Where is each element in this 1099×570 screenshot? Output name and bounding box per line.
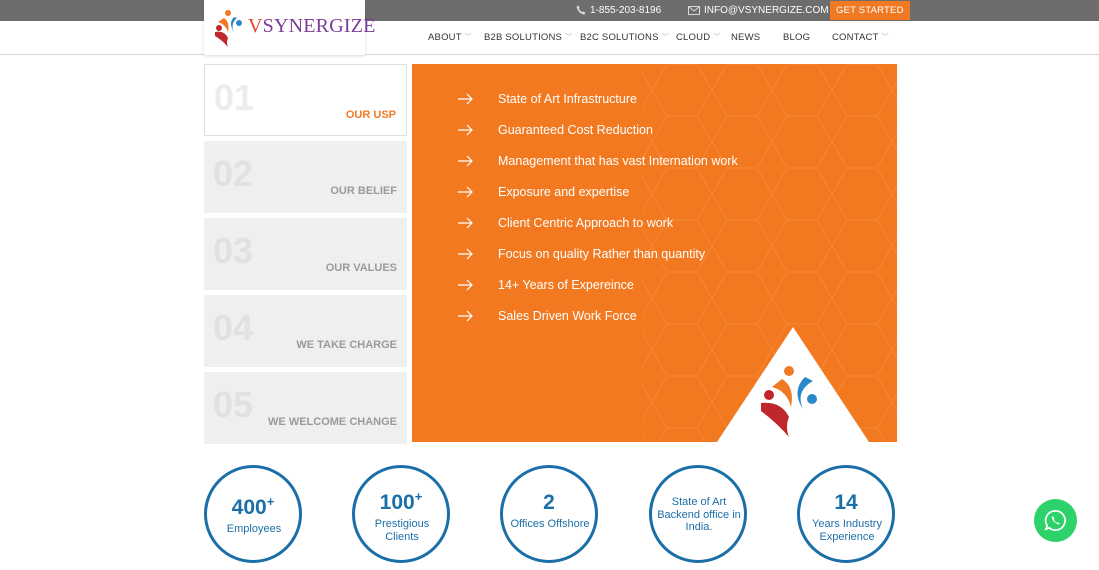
usp-panel: State of Art Infrastructure Guaranteed C… [412,64,897,442]
arrow-right-icon [458,93,473,105]
stat-value: 2 [543,491,555,514]
arrow-right-icon [458,310,473,322]
tab-we-take-charge[interactable]: 04 WE TAKE CHARGE [204,295,407,367]
phone-icon [576,5,586,15]
tab-number: 03 [213,230,254,271]
tab-label: OUR BELIEF [330,185,397,197]
stat-label: State of Art Backend office in India. [657,496,741,533]
nav-blog[interactable]: BLOG [783,32,810,43]
tab-our-values[interactable]: 03 OUR VALUES [204,218,407,290]
mail-icon [688,6,700,15]
nav-contact[interactable]: CONTACT ﹀ [832,32,889,43]
tab-label: OUR USP [345,109,396,121]
arrow-right-icon [458,186,473,198]
top-bar: 1-855-203-8196 INFO@VSYNERGIZE.COM GET S… [0,0,1099,21]
chevron-down-icon: ﹀ [713,34,721,41]
stat-backend-office: State of Art Backend office in India. [649,465,747,563]
arrow-right-icon [458,248,473,260]
whatsapp-icon [1044,510,1066,531]
nav-cloud[interactable]: CLOUD ﹀ [676,32,720,43]
stat-employees: 400+ Employees [204,465,302,563]
tab-number: 01 [214,77,255,118]
get-started-button[interactable]: GET STARTED [830,1,910,20]
email-address: INFO@VSYNERGIZE.COM [704,5,829,16]
stat-value: 100+ [379,489,423,514]
stat-value: 400+ [231,494,275,519]
stat-label: Employees [226,523,282,535]
phone-contact[interactable]: 1-855-203-8196 [576,0,661,21]
nav-about[interactable]: ABOUT ﹀ [428,32,472,43]
chevron-down-icon: ﹀ [881,34,889,41]
chevron-down-icon: ﹀ [464,34,472,41]
arrow-right-icon [458,124,473,136]
logo-figures-icon [215,10,242,47]
tab-our-belief[interactable]: 02 OUR BELIEF [204,141,407,213]
chevron-down-icon: ﹀ [565,34,573,41]
tab-number: 04 [213,307,254,348]
stat-value: 14 [834,491,858,514]
tab-number: 05 [213,384,254,425]
stat-label: Prestigious Clients [374,518,430,543]
email-contact[interactable]: INFO@VSYNERGIZE.COM [688,0,829,21]
tab-label: WE TAKE CHARGE [296,339,397,351]
arrow-right-icon [458,155,473,167]
logo-wordmark: VSYNERGIZE [248,15,376,37]
tab-our-usp[interactable]: 01 OUR USP [204,64,407,136]
logo[interactable]: VSYNERGIZE [204,0,375,55]
stat-label: Offices Offshore [510,518,590,530]
tab-label: WE WELCOME CHANGE [268,416,397,428]
stat-clients: 100+ Prestigious Clients [352,465,450,563]
stat-label: Years Industry Experience [812,518,882,543]
stat-offices: 2 Offices Offshore [500,465,598,563]
nav-b2b-solutions[interactable]: B2B SOLUTIONS ﹀ [484,32,572,43]
chevron-down-icon: ﹀ [661,34,669,41]
logo-triangle-emblem [717,327,869,442]
nav-news[interactable]: NEWS [731,32,760,43]
phone-number: 1-855-203-8196 [590,5,662,16]
arrow-right-icon [458,217,473,229]
tab-label: OUR VALUES [325,262,397,274]
nav-b2c-solutions[interactable]: B2C SOLUTIONS ﹀ [580,32,669,43]
tab-we-welcome-change[interactable]: 05 WE WELCOME CHANGE [204,372,407,444]
arrow-right-icon [458,279,473,291]
tab-number: 02 [213,153,254,194]
whatsapp-button[interactable] [1034,499,1077,542]
stat-experience: 14 Years Industry Experience [797,465,895,563]
